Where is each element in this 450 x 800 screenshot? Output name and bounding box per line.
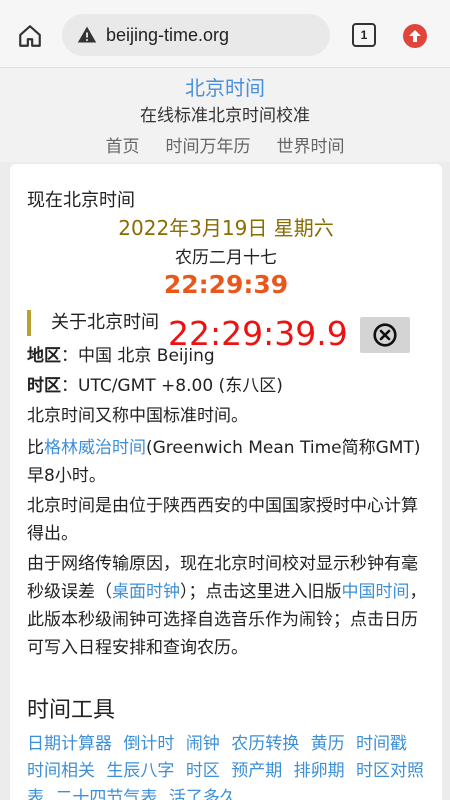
main-nav: 首页 时间万年历 世界时间 bbox=[0, 132, 450, 157]
browser-toolbar: beijing-time.org 1 bbox=[0, 0, 450, 68]
site-subtitle: 在线标准北京时间校准 bbox=[140, 106, 310, 126]
china-time-link[interactable]: 中国时间 bbox=[342, 582, 410, 602]
tool-link[interactable]: 时间戳 bbox=[356, 734, 407, 754]
lunar-date: 农历二月十七 bbox=[175, 248, 277, 268]
update-button[interactable] bbox=[403, 24, 427, 48]
home-icon bbox=[19, 25, 41, 47]
zone-label: 时区 bbox=[27, 376, 61, 396]
arrow-up-icon bbox=[409, 30, 421, 42]
nav-home[interactable]: 首页 bbox=[106, 132, 140, 157]
tool-link[interactable]: 时区 bbox=[186, 761, 220, 781]
gmt-link[interactable]: 格林威治时间 bbox=[44, 438, 146, 458]
region-label: 地区 bbox=[27, 346, 61, 366]
date-display[interactable]: 2022年3月19日 星期六 bbox=[10, 212, 442, 241]
zone-row: 时区：UTC/GMT +8.00 (东八区) bbox=[27, 372, 427, 400]
tool-link[interactable]: 活了多久 bbox=[169, 788, 237, 800]
region-row: 地区：中国 北京 Beijing bbox=[27, 342, 427, 370]
zone-value: ：UTC/GMT +8.00 (东八区) bbox=[61, 376, 283, 396]
url-text[interactable]: beijing-time.org bbox=[106, 25, 229, 46]
region-value: ：中国 北京 Beijing bbox=[61, 346, 215, 366]
p2-prefix: 比 bbox=[27, 438, 44, 458]
tool-link[interactable]: 排卵期 bbox=[294, 761, 345, 781]
tool-link[interactable]: 农历转换 bbox=[231, 734, 299, 754]
tool-link[interactable]: 倒计时 bbox=[123, 734, 174, 754]
desktop-clock-link[interactable]: 桌面时钟 bbox=[112, 582, 180, 602]
site-title[interactable]: 北京时间 bbox=[0, 72, 450, 101]
about-paragraph-4: 由于网络传输原因，现在北京时间校对显示秒钟有毫秒级误差（桌面时钟）；点击这里进入… bbox=[27, 550, 427, 662]
site-header: 北京时间 在线标准北京时间校准 首页 时间万年历 世界时间 bbox=[0, 68, 450, 162]
tool-link[interactable]: 生辰八字 bbox=[106, 761, 174, 781]
tool-link[interactable]: 日期计算器 bbox=[27, 734, 112, 754]
about-paragraph-2: 比格林威治时间(Greenwich Mean Time简称GMT)早8小时。 bbox=[27, 434, 427, 490]
p4-text-b: ）；点击这里进入旧版 bbox=[180, 582, 342, 602]
nav-world-time[interactable]: 世界时间 bbox=[277, 132, 345, 157]
tool-link[interactable]: 预产期 bbox=[231, 761, 282, 781]
home-button[interactable] bbox=[14, 20, 46, 52]
nav-calendar[interactable]: 时间万年历 bbox=[166, 132, 251, 157]
about-paragraph-1: 北京时间又称中国标准时间。 bbox=[27, 406, 248, 426]
clock-time: 22:29:39 bbox=[163, 270, 289, 299]
tool-link[interactable]: 闹钟 bbox=[186, 734, 220, 754]
address-bar[interactable]: beijing-time.org bbox=[62, 14, 330, 56]
tab-switcher-button[interactable]: 1 bbox=[352, 23, 376, 47]
about-heading: 关于北京时间 bbox=[27, 310, 159, 336]
tools-list: 日期计算器 倒计时 闹钟 农历转换 黄历 时间戳 时间相关 生辰八字 时区 预产… bbox=[27, 731, 427, 800]
current-time-label: 现在北京时间 bbox=[27, 190, 135, 211]
content-card: 现在北京时间 2022年3月19日 星期六 农历二月十七 22:29:39 关于… bbox=[10, 164, 442, 800]
about-paragraph-3: 北京时间是由位于陕西西安的中国国家授时中心计算得出。 bbox=[27, 496, 418, 544]
tool-link[interactable]: 时间相关 bbox=[27, 761, 95, 781]
tool-link[interactable]: 二十四节气表 bbox=[55, 788, 157, 800]
warning-icon[interactable] bbox=[76, 24, 98, 46]
tool-link[interactable]: 黄历 bbox=[311, 734, 345, 754]
tools-heading: 时间工具 bbox=[27, 698, 116, 723]
